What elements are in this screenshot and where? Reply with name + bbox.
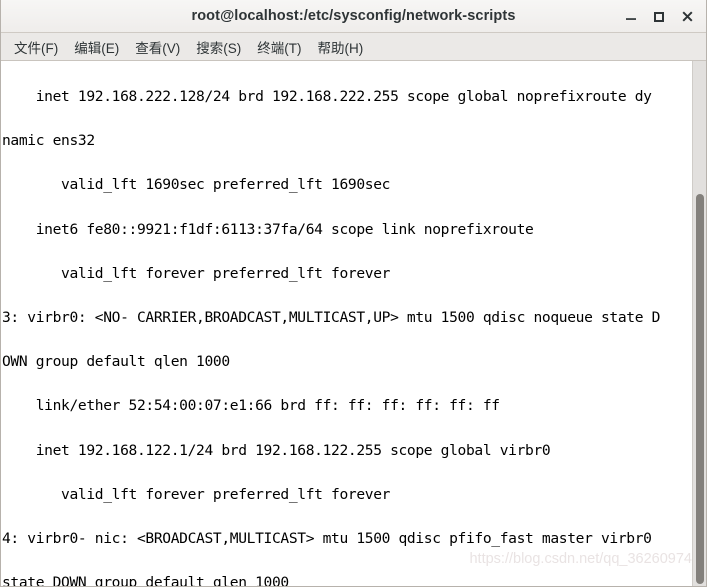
output-line: OWN group default qlen 1000 (2, 353, 230, 371)
output-line: link/ether 52:54:00:07:e1:66 brd ff: ff:… (2, 397, 500, 415)
title-bar: root@localhost:/etc/sysconfig/network-sc… (1, 0, 706, 33)
output-line: namic ens32 (2, 132, 95, 150)
menu-edit[interactable]: 编辑(E) (66, 34, 127, 60)
output-line: valid_lft 1690sec preferred_lft 1690sec (2, 176, 391, 194)
terminal-screen[interactable]: inet 192.168.222.128/24 brd 192.168.222.… (1, 61, 706, 586)
terminal-window: root@localhost:/etc/sysconfig/network-sc… (0, 0, 707, 587)
window-title: root@localhost:/etc/sysconfig/network-sc… (191, 8, 516, 24)
close-button[interactable] (674, 4, 700, 30)
menu-search[interactable]: 搜索(S) (188, 34, 249, 60)
scrollbar-thumb[interactable] (696, 194, 704, 584)
output-line: state DOWN group default qlen 1000 (2, 574, 289, 586)
window-controls (618, 0, 700, 33)
menu-terminal[interactable]: 终端(T) (249, 34, 309, 60)
output-line: valid_lft forever preferred_lft forever (2, 485, 391, 503)
menu-view[interactable]: 查看(V) (127, 34, 188, 60)
output-line: inet 192.168.222.128/24 brd 192.168.222.… (2, 88, 652, 106)
menu-help[interactable]: 帮助(H) (310, 34, 372, 60)
terminal-scrollbar[interactable] (692, 61, 706, 586)
output-line: 3: virbr0: <NO- CARRIER,BROADCAST,MULTIC… (2, 309, 661, 327)
output-line: 4: virbr0- nic: <BROADCAST,MULTICAST> mt… (2, 529, 652, 547)
output-line: inet6 fe80::9921:f1df:6113:37fa/64 scope… (2, 220, 534, 238)
menu-file[interactable]: 文件(F) (6, 34, 66, 60)
maximize-button[interactable] (646, 4, 672, 30)
terminal-output: inet 192.168.222.128/24 brd 192.168.222.… (1, 61, 660, 586)
output-line: inet 192.168.122.1/24 brd 192.168.122.25… (2, 441, 551, 459)
output-line: valid_lft forever preferred_lft forever (2, 264, 391, 282)
minimize-button[interactable] (618, 4, 644, 30)
menu-bar: 文件(F) 编辑(E) 查看(V) 搜索(S) 终端(T) 帮助(H) (1, 33, 706, 61)
